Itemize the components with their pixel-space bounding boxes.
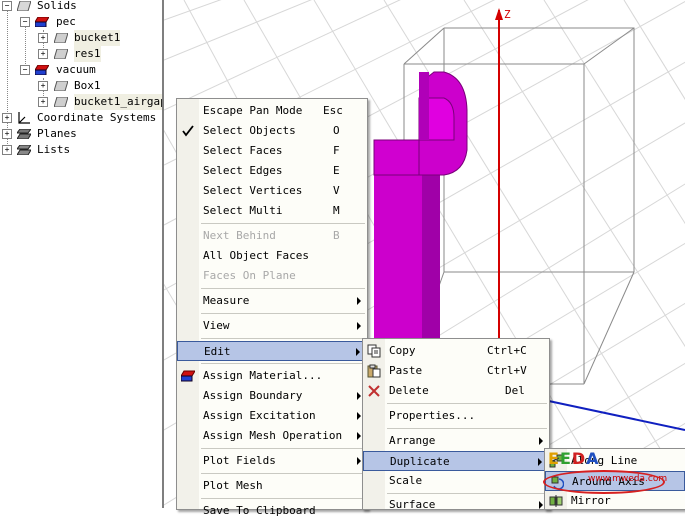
tree-item-label: bucket1 <box>74 30 121 46</box>
menu-item-properties[interactable]: Properties... <box>363 406 549 426</box>
planes-icon <box>17 129 31 139</box>
tree-item-label: res1 <box>74 46 101 62</box>
bucket1-solid <box>374 160 440 358</box>
menu-item-scale[interactable]: Scale <box>363 471 549 491</box>
mirror-icon <box>549 495 563 507</box>
watermark-char-1: E <box>548 449 560 468</box>
solid-object-icon <box>54 33 68 43</box>
submenu-arrow-icon <box>538 458 542 466</box>
menu-item-escape-pan-mode[interactable]: Escape Pan Mode Esc <box>177 101 367 121</box>
paste-icon <box>367 364 381 378</box>
tree-item-label: bucket1_airgap <box>74 94 162 110</box>
menu-item-select-objects[interactable]: Select Objects O <box>177 121 367 141</box>
copy-icon <box>367 344 381 358</box>
expand-toggle[interactable]: + <box>38 49 48 59</box>
menu-item-mirror[interactable]: Mirror <box>545 491 685 511</box>
tree-item-label: Box1 <box>74 79 101 92</box>
collapse-toggle[interactable]: − <box>2 1 12 11</box>
menu-item-duplicate[interactable]: Duplicate <box>363 451 549 471</box>
solids-icon <box>17 1 31 11</box>
expand-toggle[interactable]: + <box>2 113 12 123</box>
menu-item-edit[interactable]: Edit <box>177 341 367 361</box>
lists-icon <box>17 145 31 155</box>
expand-toggle[interactable]: + <box>2 129 12 139</box>
tree-item-label: pec <box>56 15 76 28</box>
menu-item-next-behind: Next Behind B <box>203 229 340 242</box>
checkmark-icon <box>182 125 194 137</box>
submenu-arrow-icon <box>357 432 361 440</box>
menu-item-select-edges[interactable]: Select Edges E <box>177 161 367 181</box>
x-axis <box>543 399 685 431</box>
menu-item-surface[interactable]: Surface <box>363 495 549 515</box>
material-pec-icon <box>35 17 49 27</box>
tree-item-label: Planes <box>37 127 77 140</box>
menu-item-assign-material[interactable]: Assign Material... <box>177 366 367 386</box>
tree-item-label: Coordinate Systems <box>37 111 157 124</box>
menu-item-select-vertices[interactable]: Select Vertices V <box>177 181 367 201</box>
menu-item-assign-mesh-operation[interactable]: Assign Mesh Operation <box>177 426 367 446</box>
menu-item-view[interactable]: View <box>177 316 367 336</box>
material-icon <box>181 370 195 382</box>
collapse-toggle[interactable]: − <box>20 17 30 27</box>
expand-toggle[interactable]: + <box>38 81 48 91</box>
expand-toggle[interactable]: + <box>2 145 12 155</box>
expand-toggle[interactable]: + <box>38 33 48 43</box>
submenu-arrow-icon <box>357 457 361 465</box>
edit-submenu: Copy Ctrl+C Paste Ctrl+V Delete Del Propert… <box>362 338 550 511</box>
menu-item-paste[interactable]: Paste Ctrl+V <box>363 361 549 381</box>
menu-item-delete[interactable]: Delete Del <box>363 381 549 401</box>
watermark-logo: EEDA <box>548 449 600 468</box>
menu-item-copy[interactable]: Copy Ctrl+C <box>363 341 549 361</box>
solid-object-icon <box>54 81 68 91</box>
material-vacuum-icon <box>35 65 49 75</box>
solid-object-icon <box>54 97 68 107</box>
menu-item-select-multi[interactable]: Select Multi M <box>177 201 367 221</box>
watermark-char-3: D <box>571 449 587 468</box>
submenu-arrow-icon <box>356 348 360 356</box>
tree-item-label: Lists <box>37 143 71 156</box>
tree-item-label: Solids <box>37 0 77 12</box>
submenu-arrow-icon <box>357 322 361 330</box>
menu-item-assign-boundary[interactable]: Assign Boundary <box>177 386 367 406</box>
submenu-arrow-icon <box>539 437 543 445</box>
context-menu: Escape Pan Mode Esc Select Objects O Selec… <box>176 98 368 517</box>
z-axis-label: Z <box>504 8 511 21</box>
watermark-char-4: A <box>586 449 600 468</box>
menu-item-assign-excitation[interactable]: Assign Excitation <box>177 406 367 426</box>
tree-item-label: vacuum <box>56 63 96 76</box>
watermark-char-2: E <box>559 449 572 468</box>
menu-item-plot-fields[interactable]: Plot Fields <box>177 451 367 471</box>
submenu-arrow-icon <box>357 392 361 400</box>
menu-item-measure[interactable]: Measure <box>177 291 367 311</box>
menu-item-plot-mesh[interactable]: Plot Mesh <box>177 476 367 496</box>
submenu-arrow-icon <box>357 297 361 305</box>
project-tree: − Solids − pec + bucket1 + res1 − vacuum… <box>0 0 162 508</box>
annotation-circle <box>543 470 665 494</box>
menu-item-faces-on-plane: Faces On Plane <box>203 269 296 282</box>
collapse-toggle[interactable]: − <box>20 65 30 75</box>
expand-toggle[interactable]: + <box>38 97 48 107</box>
coordinate-axes-icon <box>18 112 30 124</box>
menu-item-save-to-clipboard[interactable]: Save To Clipboard <box>177 501 367 521</box>
menu-item-select-faces[interactable]: Select Faces F <box>177 141 367 161</box>
submenu-arrow-icon <box>357 412 361 420</box>
menu-item-arrange[interactable]: Arrange <box>363 431 549 451</box>
solid-object-icon <box>54 49 68 59</box>
menu-item-all-object-faces[interactable]: All Object Faces <box>177 246 367 266</box>
delete-x-icon <box>368 385 380 397</box>
